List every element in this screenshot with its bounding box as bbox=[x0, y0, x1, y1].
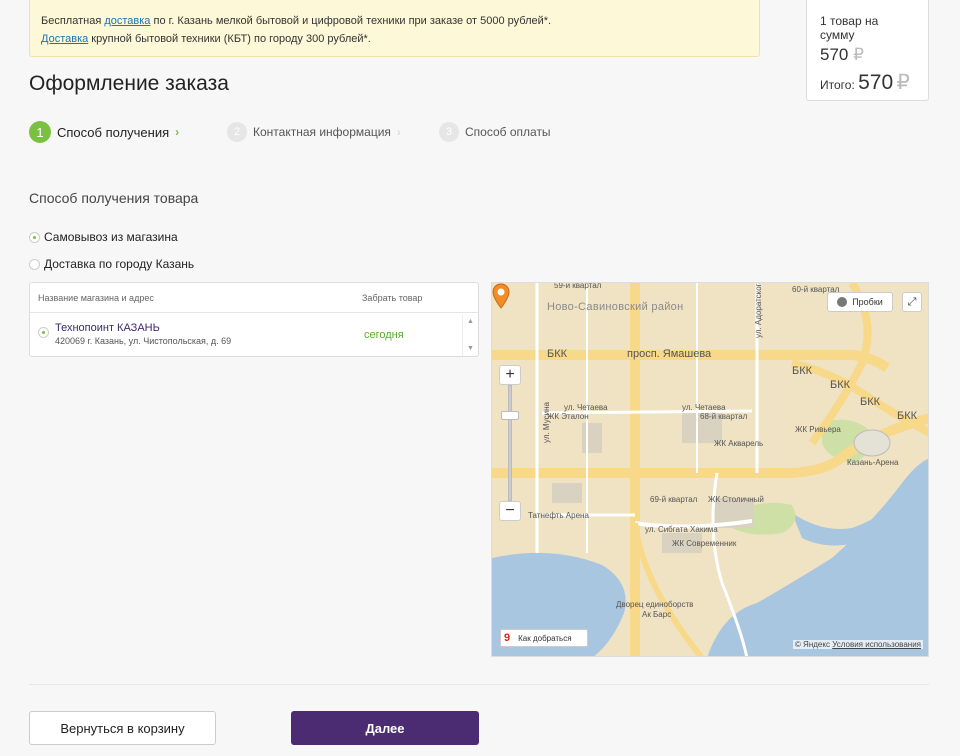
route-label: Как добраться bbox=[518, 633, 572, 643]
step-payment-method[interactable]: 3 Способ оплаты bbox=[439, 120, 551, 144]
zoom-slider[interactable] bbox=[508, 385, 512, 501]
stores-scrollbar[interactable]: ▲ ▼ bbox=[462, 314, 478, 356]
map-label-akbars: Ак Барс bbox=[642, 610, 672, 619]
map-label-yamasheva: просп. Ямашева bbox=[627, 348, 712, 360]
chevron-right-icon: › bbox=[396, 125, 401, 139]
zoom-slider-thumb[interactable] bbox=[501, 411, 519, 420]
terms-link[interactable]: Условия использования bbox=[832, 640, 921, 649]
ruble-icon: ₽ bbox=[853, 45, 864, 64]
option-pickup-label: Самовывоз из магазина bbox=[44, 230, 178, 244]
map-label-q59: 59-й квартал bbox=[554, 282, 602, 290]
ruble-icon: ₽ bbox=[896, 71, 910, 94]
step-label: Способ получения bbox=[57, 124, 170, 140]
map-label-bkk-3: БКК bbox=[830, 379, 851, 391]
summary-sum-value: 570 bbox=[820, 45, 849, 64]
notice-text: по г. Казань мелкой бытовой и цифровой т… bbox=[150, 15, 552, 27]
notice-text: Бесплатная bbox=[41, 15, 105, 27]
page-title: Оформление заказа bbox=[29, 72, 229, 95]
col-store: Название магазина и адрес bbox=[38, 293, 154, 303]
delivery-section-title: Способ получения товара bbox=[29, 190, 199, 206]
checkout-steps: 1 Способ получения › 2 Контактная информ… bbox=[29, 120, 729, 144]
store-address: 420069 г. Казань, ул. Чистопольская, д. … bbox=[55, 336, 232, 346]
radio-city-delivery[interactable] bbox=[29, 258, 40, 270]
delivery-kbt-link[interactable]: Доставка bbox=[41, 33, 88, 45]
stores-table: Название магазина и адрес Забрать товар … bbox=[29, 282, 479, 357]
map-label-etalon: ЖК Эталон bbox=[547, 412, 589, 421]
map-label-riviera: ЖК Ривьера bbox=[795, 425, 841, 434]
map-label-akvarel: ЖК Акварель bbox=[714, 439, 764, 448]
zoom-control[interactable]: + − bbox=[499, 365, 521, 521]
notice-line-1: Бесплатная доставка по г. Казань мелкой … bbox=[41, 12, 748, 30]
store-map[interactable]: Ново-Савиновский район 59-й квартал 60-й… bbox=[491, 282, 929, 657]
minus-icon: − bbox=[505, 502, 515, 519]
map-label-bkk: БКК bbox=[547, 348, 568, 360]
map-label-sovremennik: ЖК Современник bbox=[672, 539, 737, 548]
map-label-adoratskogo: ул. Адоратского bbox=[754, 282, 763, 338]
order-summary: 1 товар на сумму 570 ₽ Итого: 570 ₽ bbox=[806, 0, 929, 101]
map-label-bkk-2: БКК bbox=[792, 365, 813, 377]
fullscreen-button[interactable]: ⤢ bbox=[902, 292, 922, 312]
zoom-in-button[interactable]: + bbox=[499, 365, 521, 385]
store-pin-icon[interactable] bbox=[492, 283, 510, 309]
map-label-chetaeva: ул. Четаева bbox=[564, 403, 608, 412]
summary-total-label: Итого: bbox=[820, 78, 855, 92]
option-city-delivery-label: Доставка по городу Казань bbox=[44, 257, 195, 271]
radio-pickup[interactable] bbox=[29, 231, 40, 243]
route-button[interactable]: 9 Как добраться bbox=[500, 629, 588, 647]
map-label-q69: 69-й квартал bbox=[650, 495, 698, 504]
option-city-delivery[interactable]: Доставка по городу Казань bbox=[29, 257, 194, 271]
store-name: Технопоинт КАЗАНЬ bbox=[55, 322, 160, 334]
step-contact-info[interactable]: 2 Контактная информация › bbox=[227, 120, 401, 144]
step-label: Контактная информация bbox=[253, 125, 391, 139]
step-number: 3 bbox=[439, 122, 459, 142]
map-label-chetaeva-2: ул. Четаева bbox=[682, 403, 726, 412]
map-label-bkk-5: БКК bbox=[897, 410, 918, 422]
plus-icon: + bbox=[505, 366, 515, 383]
map-label-bkk-4: БКК bbox=[860, 396, 881, 408]
step-delivery-method[interactable]: 1 Способ получения › bbox=[29, 120, 179, 144]
store-pickup-time: сегодня bbox=[364, 329, 404, 341]
map-canvas bbox=[492, 283, 928, 656]
copyright-text: © Яндекс bbox=[794, 640, 830, 649]
map-label-musina: ул. Мусина bbox=[542, 402, 551, 443]
map-label-arena: Казань-Арена bbox=[847, 458, 899, 467]
store-radio[interactable] bbox=[38, 327, 49, 338]
stores-table-header: Название магазина и адрес Забрать товар bbox=[30, 283, 478, 313]
scroll-down-icon[interactable]: ▼ bbox=[467, 345, 474, 352]
back-to-cart-button[interactable]: Вернуться в корзину bbox=[29, 711, 216, 745]
delivery-notice: Бесплатная доставка по г. Казань мелкой … bbox=[29, 0, 760, 57]
summary-sum: 570 ₽ bbox=[820, 45, 915, 65]
table-row[interactable]: Технопоинт КАЗАНЬ 420069 г. Казань, ул. … bbox=[30, 313, 478, 356]
summary-total-value: 570 bbox=[858, 71, 894, 94]
traffic-label: Пробки bbox=[852, 297, 883, 307]
divider bbox=[29, 684, 929, 685]
route-icon: 9 bbox=[504, 632, 511, 644]
scroll-up-icon[interactable]: ▲ bbox=[467, 318, 474, 325]
zoom-out-button[interactable]: − bbox=[499, 501, 521, 521]
delivery-link[interactable]: доставка bbox=[104, 15, 150, 27]
map-label-stolichny: ЖК Столичный bbox=[708, 495, 764, 504]
notice-line-2: Доставка крупной бытовой техники (КБТ) п… bbox=[41, 30, 748, 48]
map-label-sibgata: ул. Сибгата Хакима bbox=[645, 525, 718, 534]
map-label-tatneft: Татнефть Арена bbox=[528, 511, 589, 520]
expand-icon: ⤢ bbox=[907, 295, 917, 308]
map-label-q68: 68-й квартал bbox=[700, 412, 748, 421]
step-number: 1 bbox=[29, 121, 51, 143]
summary-count: 1 товар на сумму bbox=[820, 14, 879, 42]
chevron-right-icon: › bbox=[175, 125, 180, 139]
option-pickup[interactable]: Самовывоз из магазина bbox=[29, 230, 178, 244]
summary-total: Итого: 570 ₽ bbox=[820, 70, 915, 95]
step-label: Способ оплаты bbox=[465, 125, 551, 139]
step-number: 2 bbox=[227, 122, 247, 142]
map-copyright: © Яндекс Условия использования bbox=[792, 640, 923, 649]
next-button[interactable]: Далее bbox=[291, 711, 479, 745]
notice-text: крупной бытовой техники (КБТ) по городу … bbox=[88, 33, 371, 45]
map-label-dvorets: Дворец единоборств bbox=[616, 600, 694, 609]
traffic-icon bbox=[837, 297, 848, 307]
col-pickup: Забрать товар bbox=[362, 293, 423, 303]
map-label-district: Ново-Савиновский район bbox=[547, 301, 684, 313]
traffic-button[interactable]: Пробки bbox=[827, 292, 893, 312]
